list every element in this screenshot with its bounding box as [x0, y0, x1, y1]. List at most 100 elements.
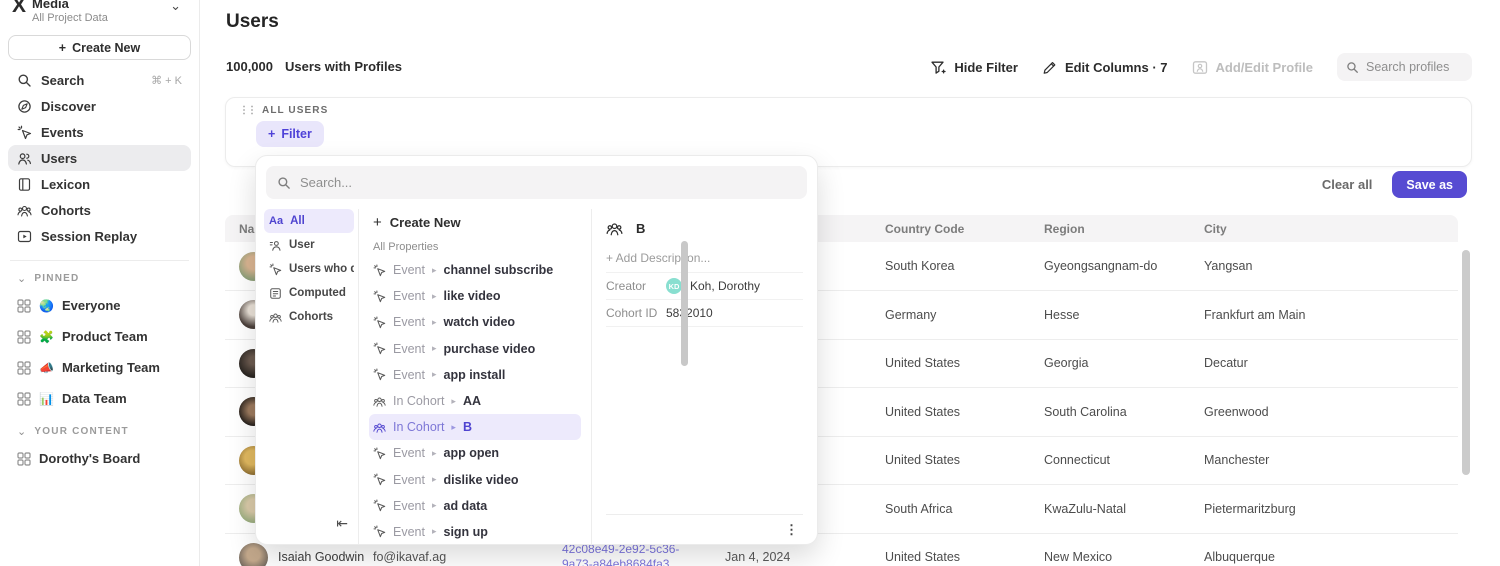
save-as-button[interactable]: Save as	[1392, 171, 1467, 198]
category-cohorts[interactable]: Cohorts	[264, 305, 354, 329]
search-icon	[17, 73, 32, 88]
users-icon	[17, 151, 32, 166]
item-arrow-icon: ▸	[432, 500, 437, 511]
sidebar-item-search[interactable]: Search ⌘ + K	[8, 67, 191, 93]
add-description-button[interactable]: + Add Description...	[606, 243, 803, 273]
category-users-who-did[interactable]: Users who di...	[264, 257, 354, 281]
cohort-title: B	[636, 221, 645, 236]
property-event-sign-up[interactable]: Event ▸ sign up	[369, 519, 581, 545]
mixpanel-logo-icon: X	[12, 0, 24, 16]
property-event-dislike-video[interactable]: Event ▸ dislike video	[369, 467, 581, 493]
app-window: X Media All Project Data ⌄ + Create New …	[0, 0, 1500, 566]
cohort-icon	[606, 220, 623, 237]
property-event-app-open[interactable]: Event ▸ app open	[369, 440, 581, 466]
sidebar-item-session-replay[interactable]: Session Replay	[8, 223, 191, 249]
pencil-icon	[1042, 60, 1057, 75]
property-event-watch-video[interactable]: Event ▸ watch video	[369, 309, 581, 335]
sidebar-board-dorothys-board[interactable]: Dorothy's Board	[8, 443, 191, 474]
add-edit-profile-button[interactable]: Add/Edit Profile	[1192, 60, 1314, 75]
project-switcher[interactable]: X Media All Project Data ⌄	[8, 0, 191, 28]
item-arrow-icon: ▸	[432, 474, 437, 485]
user-count: 100,000	[226, 59, 273, 74]
filter-group-label: ALL USERS	[262, 105, 328, 116]
project-name: Media	[32, 0, 108, 11]
creator-name: Koh, Dorothy	[690, 279, 760, 293]
page-title: Users	[226, 11, 279, 33]
cohort-icon	[373, 421, 386, 434]
property-event-channel-subscribe[interactable]: Event ▸ channel subscribe	[369, 257, 581, 283]
dropdown-scrollbar[interactable]	[681, 241, 688, 366]
user-icon	[269, 239, 282, 252]
board-grid-icon	[17, 330, 31, 344]
sidebar-nav: Search ⌘ + K Discover Events Users	[8, 67, 191, 249]
search-icon	[1346, 61, 1359, 74]
create-new-button[interactable]: + Create New	[8, 35, 191, 60]
category-user[interactable]: User	[264, 233, 354, 257]
event-icon	[269, 263, 282, 276]
board-grid-icon	[17, 361, 31, 375]
table-scrollbar[interactable]	[1462, 250, 1470, 475]
add-filter-button[interactable]: + Filter	[256, 121, 324, 147]
property-event-ad-data[interactable]: Event ▸ ad data	[369, 493, 581, 519]
hide-filter-button[interactable]: Hide Filter	[930, 60, 1018, 75]
dropdown-search-input[interactable]	[300, 175, 796, 190]
dropdown-search-box	[266, 166, 807, 199]
sidebar-item-cohorts[interactable]: Cohorts	[8, 197, 191, 223]
cohort-icon	[373, 395, 386, 408]
cohort-id-value: 5832010	[666, 306, 713, 320]
property-in-cohort-b[interactable]: In Cohort ▸ B	[369, 414, 581, 440]
sidebar-item-lexicon[interactable]: Lexicon	[8, 171, 191, 197]
user-name: Isaiah Goodwin	[278, 550, 364, 564]
book-icon	[17, 177, 32, 192]
toolbar: Hide Filter Edit Columns · 7 Add/Edit Pr…	[930, 53, 1472, 81]
board-grid-icon	[17, 392, 31, 406]
more-options-icon[interactable]: ⋮	[780, 522, 803, 538]
category-all[interactable]: Aa All	[264, 209, 354, 233]
sidebar-board-marketing-team[interactable]: 📣 Marketing Team	[8, 352, 191, 383]
sidebar-item-events[interactable]: Events	[8, 119, 191, 145]
column-header-city[interactable]: City	[1204, 215, 1227, 242]
cohort-icon	[269, 311, 282, 324]
megaphone-emoji-icon: 📣	[39, 361, 54, 375]
sidebar-item-users[interactable]: Users	[8, 145, 191, 171]
property-event-like-video[interactable]: Event ▸ like video	[369, 283, 581, 309]
clear-all-button[interactable]: Clear all	[1322, 177, 1373, 192]
chart-emoji-icon: 📊	[39, 392, 54, 406]
sidebar-board-data-team[interactable]: 📊 Data Team	[8, 383, 191, 414]
pinned-section-header[interactable]: ⌄ PINNED	[8, 261, 191, 290]
sidebar: X Media All Project Data ⌄ + Create New …	[0, 0, 200, 566]
category-computed[interactable]: Computed	[264, 281, 354, 305]
column-header-region[interactable]: Region	[1044, 215, 1085, 242]
property-in-cohort-aa[interactable]: In Cohort ▸ AA	[369, 388, 581, 414]
dropdown-create-new[interactable]: + Create New	[369, 209, 581, 236]
search-profiles-input[interactable]	[1366, 60, 1466, 74]
sidebar-board-product-team[interactable]: 🧩 Product Team	[8, 321, 191, 352]
sidebar-board-everyone[interactable]: 🌏 Everyone	[8, 290, 191, 321]
item-arrow-icon: ▸	[432, 265, 437, 276]
collapse-icon[interactable]: ⇤	[336, 515, 348, 532]
plus-icon: +	[373, 214, 382, 231]
dropdown-category-list: Aa All User Users who di...	[256, 209, 359, 544]
property-event-purchase-video[interactable]: Event ▸ purchase video	[369, 336, 581, 362]
board-grid-icon	[17, 299, 31, 313]
drag-handle-icon[interactable]: ⋮⋮	[239, 105, 255, 116]
creator-avatar: KD	[666, 278, 682, 294]
item-arrow-icon: ▸	[432, 526, 437, 537]
event-icon	[373, 264, 386, 277]
item-arrow-icon: ▸	[432, 448, 437, 459]
project-subtitle: All Project Data	[32, 12, 108, 24]
item-arrow-icon: ▸	[432, 317, 437, 328]
puzzle-emoji-icon: 🧩	[39, 330, 54, 344]
edit-columns-button[interactable]: Edit Columns · 7	[1042, 60, 1168, 75]
property-event-app-install[interactable]: Event ▸ app install	[369, 362, 581, 388]
item-arrow-icon: ▸	[432, 343, 437, 354]
event-icon	[373, 473, 386, 486]
sidebar-item-discover[interactable]: Discover	[8, 93, 191, 119]
profile-badge-icon	[1192, 60, 1208, 75]
column-header-country[interactable]: Country Code	[885, 215, 964, 242]
your-content-section-header[interactable]: ⌄ YOUR CONTENT	[8, 414, 191, 443]
funnel-icon	[930, 60, 946, 75]
filter-dropdown: Aa All User Users who di...	[255, 155, 818, 545]
plus-icon: +	[268, 127, 275, 141]
cohort-id-label: Cohort ID	[606, 306, 666, 320]
